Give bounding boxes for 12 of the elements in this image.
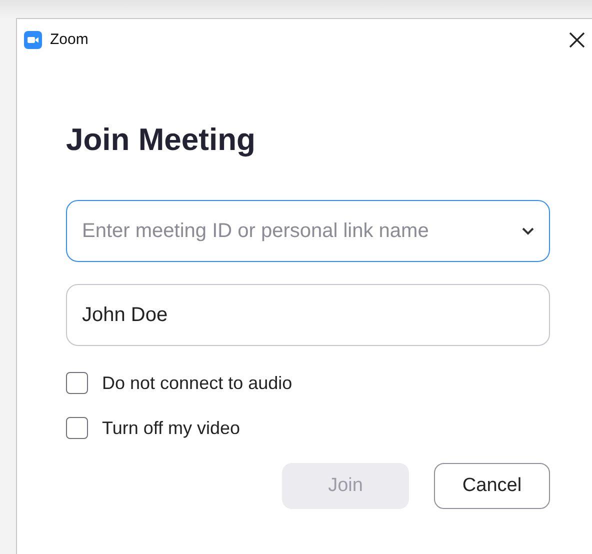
- checkbox-label: Turn off my video: [102, 418, 240, 438]
- cancel-button[interactable]: Cancel: [434, 463, 550, 509]
- meeting-id-field[interactable]: Enter meeting ID or personal link name: [66, 200, 550, 262]
- chevron-down-icon[interactable]: [520, 226, 536, 236]
- checkbox[interactable]: [66, 417, 88, 439]
- checkbox[interactable]: [66, 372, 88, 394]
- close-icon[interactable]: [568, 30, 586, 48]
- window-title: Zoom: [50, 31, 90, 48]
- app-logo-icon: [24, 30, 42, 48]
- name-field[interactable]: John Doe: [66, 284, 550, 346]
- dialog-heading: Join Meeting: [66, 121, 256, 159]
- checkbox-label: Do not connect to audio: [102, 372, 292, 394]
